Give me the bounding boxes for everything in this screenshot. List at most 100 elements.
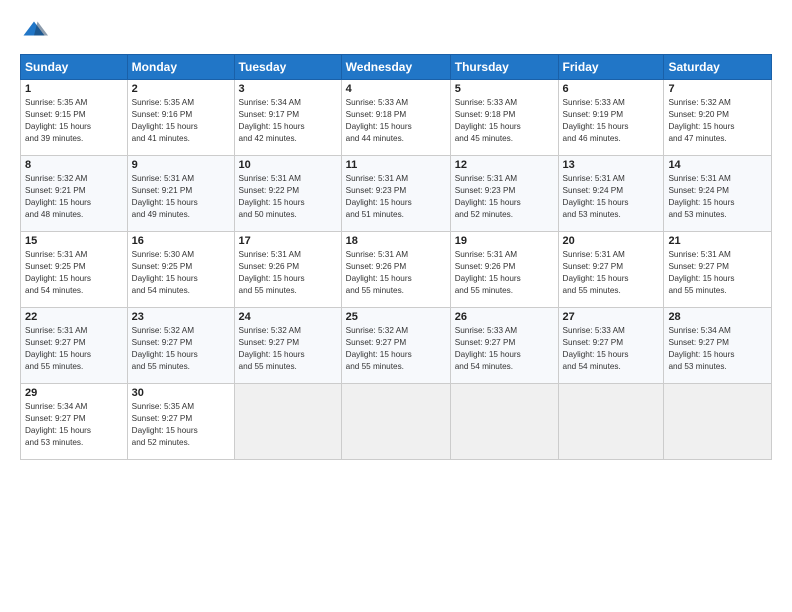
day-cell: 30 Sunrise: 5:35 AMSunset: 9:27 PMDayligh… — [127, 384, 234, 460]
day-number: 27 — [563, 311, 660, 323]
day-detail: Sunrise: 5:31 AMSunset: 9:23 PMDaylight:… — [346, 173, 446, 221]
day-cell: 24 Sunrise: 5:32 AMSunset: 9:27 PMDayligh… — [234, 308, 341, 384]
week-row-5: 29 Sunrise: 5:34 AMSunset: 9:27 PMDayligh… — [21, 384, 772, 460]
day-number: 28 — [668, 311, 767, 323]
day-number: 3 — [239, 83, 337, 95]
day-detail: Sunrise: 5:34 AMSunset: 9:27 PMDaylight:… — [25, 401, 123, 449]
day-detail: Sunrise: 5:31 AMSunset: 9:27 PMDaylight:… — [668, 249, 767, 297]
header-cell-saturday: Saturday — [664, 55, 772, 80]
day-cell: 18 Sunrise: 5:31 AMSunset: 9:26 PMDayligh… — [341, 232, 450, 308]
calendar-page: SundayMondayTuesdayWednesdayThursdayFrid… — [0, 0, 792, 612]
day-cell: 8 Sunrise: 5:32 AMSunset: 9:21 PMDaylight… — [21, 156, 128, 232]
day-detail: Sunrise: 5:32 AMSunset: 9:21 PMDaylight:… — [25, 173, 123, 221]
day-cell: 22 Sunrise: 5:31 AMSunset: 9:27 PMDayligh… — [21, 308, 128, 384]
week-row-4: 22 Sunrise: 5:31 AMSunset: 9:27 PMDayligh… — [21, 308, 772, 384]
day-cell: 6 Sunrise: 5:33 AMSunset: 9:19 PMDaylight… — [558, 80, 664, 156]
day-cell — [234, 384, 341, 460]
day-cell: 11Sunrise: 5:31 AMSunset: 9:23 PMDayligh… — [341, 156, 450, 232]
day-cell: 17 Sunrise: 5:31 AMSunset: 9:26 PMDayligh… — [234, 232, 341, 308]
day-cell: 1 Sunrise: 5:35 AMSunset: 9:15 PMDaylight… — [21, 80, 128, 156]
day-number: 12 — [455, 159, 554, 171]
day-number: 8 — [25, 159, 123, 171]
day-cell: 20 Sunrise: 5:31 AMSunset: 9:27 PMDayligh… — [558, 232, 664, 308]
day-number: 23 — [132, 311, 230, 323]
day-detail: Sunrise: 5:35 AMSunset: 9:27 PMDaylight:… — [132, 401, 230, 449]
day-number: 16 — [132, 235, 230, 247]
header-cell-sunday: Sunday — [21, 55, 128, 80]
day-detail: Sunrise: 5:32 AMSunset: 9:27 PMDaylight:… — [132, 325, 230, 373]
day-number: 15 — [25, 235, 123, 247]
day-detail: Sunrise: 5:32 AMSunset: 9:27 PMDaylight:… — [239, 325, 337, 373]
day-number: 29 — [25, 387, 123, 399]
day-detail: Sunrise: 5:30 AMSunset: 9:25 PMDaylight:… — [132, 249, 230, 297]
day-detail: Sunrise: 5:34 AMSunset: 9:17 PMDaylight:… — [239, 97, 337, 145]
day-cell — [450, 384, 558, 460]
day-detail: Sunrise: 5:35 AMSunset: 9:15 PMDaylight:… — [25, 97, 123, 145]
header — [20, 18, 772, 46]
day-number: 9 — [132, 159, 230, 171]
day-number: 20 — [563, 235, 660, 247]
day-cell: 15 Sunrise: 5:31 AMSunset: 9:25 PMDayligh… — [21, 232, 128, 308]
day-cell: 21 Sunrise: 5:31 AMSunset: 9:27 PMDayligh… — [664, 232, 772, 308]
header-cell-wednesday: Wednesday — [341, 55, 450, 80]
day-detail: Sunrise: 5:33 AMSunset: 9:27 PMDaylight:… — [563, 325, 660, 373]
day-detail: Sunrise: 5:33 AMSunset: 9:27 PMDaylight:… — [455, 325, 554, 373]
header-cell-tuesday: Tuesday — [234, 55, 341, 80]
day-detail: Sunrise: 5:31 AMSunset: 9:26 PMDaylight:… — [455, 249, 554, 297]
day-detail: Sunrise: 5:31 AMSunset: 9:26 PMDaylight:… — [346, 249, 446, 297]
day-detail: Sunrise: 5:31 AMSunset: 9:27 PMDaylight:… — [25, 325, 123, 373]
day-detail: Sunrise: 5:31 AMSunset: 9:21 PMDaylight:… — [132, 173, 230, 221]
day-cell — [664, 384, 772, 460]
header-cell-monday: Monday — [127, 55, 234, 80]
day-number: 17 — [239, 235, 337, 247]
day-detail: Sunrise: 5:31 AMSunset: 9:24 PMDaylight:… — [563, 173, 660, 221]
day-detail: Sunrise: 5:31 AMSunset: 9:24 PMDaylight:… — [668, 173, 767, 221]
day-number: 6 — [563, 83, 660, 95]
day-detail: Sunrise: 5:34 AMSunset: 9:27 PMDaylight:… — [668, 325, 767, 373]
week-row-2: 8 Sunrise: 5:32 AMSunset: 9:21 PMDaylight… — [21, 156, 772, 232]
day-detail: Sunrise: 5:31 AMSunset: 9:27 PMDaylight:… — [563, 249, 660, 297]
day-detail: Sunrise: 5:31 AMSunset: 9:25 PMDaylight:… — [25, 249, 123, 297]
day-cell: 26 Sunrise: 5:33 AMSunset: 9:27 PMDayligh… — [450, 308, 558, 384]
day-cell: 19 Sunrise: 5:31 AMSunset: 9:26 PMDayligh… — [450, 232, 558, 308]
day-cell: 4Sunrise: 5:33 AMSunset: 9:18 PMDaylight… — [341, 80, 450, 156]
logo — [20, 18, 52, 46]
day-number: 30 — [132, 387, 230, 399]
header-cell-thursday: Thursday — [450, 55, 558, 80]
day-cell: 29 Sunrise: 5:34 AMSunset: 9:27 PMDayligh… — [21, 384, 128, 460]
day-number: 19 — [455, 235, 554, 247]
day-number: 18 — [346, 235, 446, 247]
day-number: 26 — [455, 311, 554, 323]
day-detail: Sunrise: 5:31 AMSunset: 9:26 PMDaylight:… — [239, 249, 337, 297]
day-detail: Sunrise: 5:35 AMSunset: 9:16 PMDaylight:… — [132, 97, 230, 145]
header-cell-friday: Friday — [558, 55, 664, 80]
day-number: 25 — [346, 311, 446, 323]
day-detail: Sunrise: 5:31 AMSunset: 9:22 PMDaylight:… — [239, 173, 337, 221]
day-number: 2 — [132, 83, 230, 95]
day-number: 22 — [25, 311, 123, 323]
week-row-1: 1 Sunrise: 5:35 AMSunset: 9:15 PMDaylight… — [21, 80, 772, 156]
day-number: 14 — [668, 159, 767, 171]
day-number: 1 — [25, 83, 123, 95]
day-detail: Sunrise: 5:33 AMSunset: 9:18 PMDaylight:… — [346, 97, 446, 145]
day-detail: Sunrise: 5:32 AMSunset: 9:20 PMDaylight:… — [668, 97, 767, 145]
day-cell: 3 Sunrise: 5:34 AMSunset: 9:17 PMDaylight… — [234, 80, 341, 156]
day-cell: 28 Sunrise: 5:34 AMSunset: 9:27 PMDayligh… — [664, 308, 772, 384]
day-detail: Sunrise: 5:32 AMSunset: 9:27 PMDaylight:… — [346, 325, 446, 373]
day-cell: 5Sunrise: 5:33 AMSunset: 9:18 PMDaylight… — [450, 80, 558, 156]
day-detail: Sunrise: 5:33 AMSunset: 9:18 PMDaylight:… — [455, 97, 554, 145]
day-cell: 9 Sunrise: 5:31 AMSunset: 9:21 PMDaylight… — [127, 156, 234, 232]
day-cell: 13Sunrise: 5:31 AMSunset: 9:24 PMDayligh… — [558, 156, 664, 232]
week-row-3: 15 Sunrise: 5:31 AMSunset: 9:25 PMDayligh… — [21, 232, 772, 308]
day-detail: Sunrise: 5:33 AMSunset: 9:19 PMDaylight:… — [563, 97, 660, 145]
calendar-table: SundayMondayTuesdayWednesdayThursdayFrid… — [20, 54, 772, 460]
day-cell: 16 Sunrise: 5:30 AMSunset: 9:25 PMDayligh… — [127, 232, 234, 308]
day-number: 24 — [239, 311, 337, 323]
day-cell: 2 Sunrise: 5:35 AMSunset: 9:16 PMDaylight… — [127, 80, 234, 156]
day-number: 21 — [668, 235, 767, 247]
day-cell: 14 Sunrise: 5:31 AMSunset: 9:24 PMDayligh… — [664, 156, 772, 232]
day-cell: 7Sunrise: 5:32 AMSunset: 9:20 PMDaylight… — [664, 80, 772, 156]
logo-icon — [20, 18, 48, 46]
day-cell: 23 Sunrise: 5:32 AMSunset: 9:27 PMDayligh… — [127, 308, 234, 384]
day-detail: Sunrise: 5:31 AMSunset: 9:23 PMDaylight:… — [455, 173, 554, 221]
